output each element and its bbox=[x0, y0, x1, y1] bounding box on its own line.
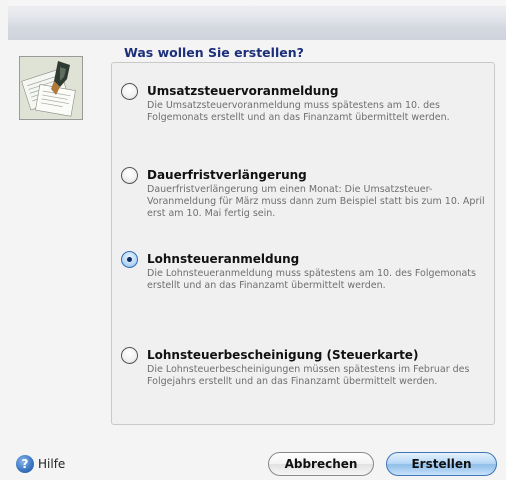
option-description: Die Lohnsteueranmeldung muss spätestens … bbox=[147, 268, 476, 291]
tax-documents-image bbox=[19, 56, 83, 120]
radio-lohnsteueranmeldung[interactable] bbox=[121, 251, 138, 268]
tax-documents-illustration bbox=[20, 57, 82, 119]
window-title-strip bbox=[8, 0, 506, 40]
radio-selected-dot bbox=[127, 257, 132, 262]
create-button[interactable]: Erstellen bbox=[386, 452, 497, 476]
option-title: Lohnsteuerbescheinigung (Steuerkarte) bbox=[147, 348, 419, 362]
radio-dauerfristverlaengerung[interactable] bbox=[121, 167, 138, 184]
option-description: Die Umsatzsteuervoranmeldung muss spätes… bbox=[147, 100, 450, 123]
title-strip-highlight bbox=[8, 0, 506, 6]
radio-umsatzsteuervoranmeldung[interactable] bbox=[121, 83, 138, 100]
option-description: Die Lohnsteuerbescheinigungen müssen spä… bbox=[147, 364, 470, 387]
help-icon[interactable]: ? bbox=[16, 455, 34, 473]
dialog-heading: Was wollen Sie erstellen? bbox=[124, 45, 304, 60]
option-title: Umsatzsteuervoranmeldung bbox=[147, 84, 339, 98]
option-description: Dauerfristverlängerung um einen Monat: D… bbox=[147, 184, 485, 219]
option-title: Dauerfristverlängerung bbox=[147, 168, 307, 182]
option-title: Lohnsteueranmeldung bbox=[147, 252, 300, 266]
help-link[interactable]: Hilfe bbox=[38, 457, 65, 471]
cancel-button[interactable]: Abbrechen bbox=[268, 452, 374, 476]
radio-lohnsteuerbescheinigung[interactable] bbox=[121, 347, 138, 364]
